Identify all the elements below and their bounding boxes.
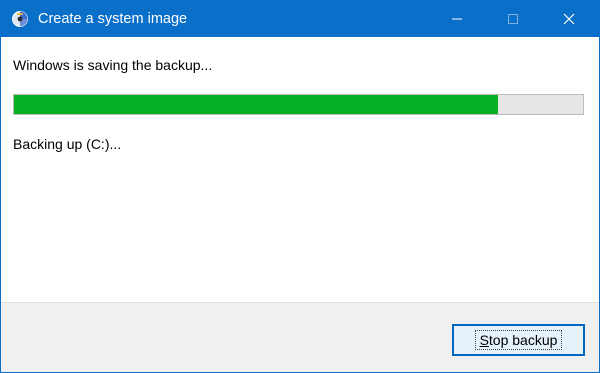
minimize-button[interactable] xyxy=(434,1,480,37)
progress-bar xyxy=(13,94,584,115)
dialog-content: Windows is saving the backup... Backing … xyxy=(1,37,599,302)
maximize-button[interactable] xyxy=(490,1,536,37)
dialog-footer: Stop backup xyxy=(1,302,599,372)
close-icon xyxy=(563,13,575,25)
minimize-icon xyxy=(452,18,462,20)
close-button[interactable] xyxy=(546,1,592,37)
title-bar[interactable]: Create a system image xyxy=(1,1,599,37)
detail-text: Backing up (C:)... xyxy=(13,136,122,152)
mnemonic-letter: S xyxy=(479,332,489,348)
maximize-icon xyxy=(508,14,518,24)
stop-backup-button[interactable]: Stop backup xyxy=(452,324,585,356)
stop-backup-label: Stop backup xyxy=(474,330,563,350)
dialog-window: Create a system image Windows is saving … xyxy=(0,0,600,373)
system-image-icon xyxy=(11,10,29,28)
progress-fill xyxy=(14,95,498,114)
window-title: Create a system image xyxy=(38,11,188,27)
button-text: top backup xyxy=(488,332,558,348)
status-text: Windows is saving the backup... xyxy=(13,57,213,73)
